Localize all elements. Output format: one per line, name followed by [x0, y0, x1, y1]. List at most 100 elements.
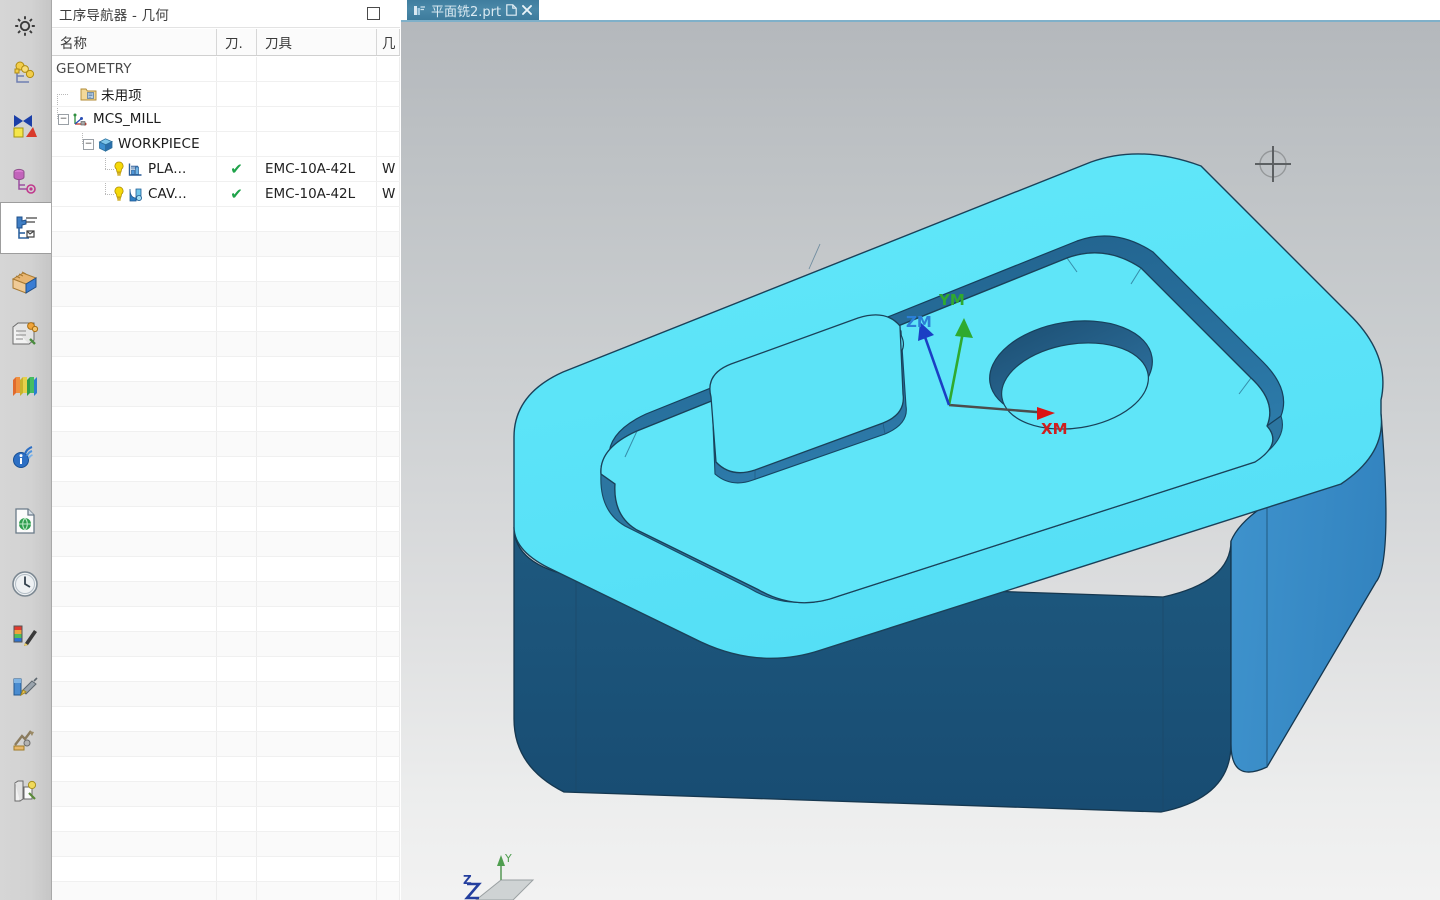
cell-tool [217, 757, 257, 781]
cell-tool [217, 282, 257, 306]
table-row[interactable] [52, 857, 400, 882]
table-row[interactable] [52, 707, 400, 732]
column-header-tool[interactable]: 刀. [217, 29, 257, 55]
table-row[interactable] [52, 832, 400, 857]
status-check-icon: ✔ [230, 184, 243, 203]
table-row[interactable] [52, 307, 400, 332]
3d-graphics-area[interactable]: YM ZM XM Y Z [401, 20, 1440, 900]
table-row[interactable] [52, 557, 400, 582]
cell-tool [217, 382, 257, 406]
axis-label-zm: ZM [906, 313, 932, 331]
table-row[interactable] [52, 282, 400, 307]
part-navigator-icon[interactable] [0, 155, 50, 207]
table-row[interactable] [52, 782, 400, 807]
cell-extra [377, 732, 400, 756]
cell-cutter [257, 132, 377, 156]
table-row[interactable] [52, 657, 400, 682]
cell-extra: W [377, 157, 400, 181]
cell-extra [377, 482, 400, 506]
close-icon[interactable] [522, 5, 533, 15]
cell-cutter [257, 207, 377, 231]
table-row[interactable] [52, 482, 400, 507]
table-row[interactable]: CAV... ✔ EMC-10A-42L W [52, 182, 400, 207]
cell-tool [217, 657, 257, 681]
cell-name [52, 357, 217, 381]
cell-cutter [257, 757, 377, 781]
table-row[interactable] [52, 332, 400, 357]
cell-tool [217, 582, 257, 606]
tree-node-unused-items[interactable]: 未用项 [52, 82, 217, 106]
system-scenes-icon[interactable] [0, 662, 50, 714]
table-row[interactable] [52, 457, 400, 482]
roles-icon[interactable] [0, 766, 50, 818]
cell-extra [377, 857, 400, 881]
document-tab[interactable]: 平面铣2.prt [407, 0, 540, 20]
cell-extra [377, 507, 400, 531]
cell-cutter [257, 657, 377, 681]
table-row[interactable]: GEOMETRY [52, 57, 400, 82]
table-row[interactable] [52, 632, 400, 657]
web-browser-icon[interactable] [0, 430, 50, 482]
operation-navigator-tree-table: 名称 刀. 刀具 几 GEOMETRY 未用项 − MCS_MILL − WOR… [52, 29, 400, 900]
table-row[interactable] [52, 607, 400, 632]
table-row[interactable]: 未用项 [52, 82, 400, 107]
table-row[interactable]: − MCS_MILL [52, 107, 400, 132]
cell-extra [377, 357, 400, 381]
history-clock-icon[interactable] [0, 558, 50, 610]
tree-node-workpiece[interactable]: − WORKPIECE [52, 132, 217, 156]
table-row[interactable] [52, 257, 400, 282]
column-header-extra[interactable]: 几 [377, 29, 400, 55]
table-row[interactable] [52, 407, 400, 432]
cell-cutter [257, 332, 377, 356]
history-document-icon[interactable] [0, 495, 50, 547]
column-header-cutter[interactable]: 刀具 [257, 29, 377, 55]
table-body: GEOMETRY 未用项 − MCS_MILL − WORKPIECE PLA.… [52, 57, 400, 900]
cell-name [52, 832, 217, 856]
save-copy-icon[interactable] [506, 4, 517, 16]
expander-minus-icon[interactable]: − [58, 113, 69, 125]
cell-name [52, 282, 217, 306]
tree-node-planar-mill[interactable]: PLA... [52, 157, 217, 181]
machining-feature-navigator-icon[interactable] [0, 308, 50, 360]
tree-node-label: WORKPIECE [118, 136, 200, 152]
table-row[interactable]: − WORKPIECE [52, 132, 400, 157]
table-row[interactable] [52, 507, 400, 532]
table-row[interactable]: PLA... ✔ EMC-10A-42L W [52, 157, 400, 182]
table-row[interactable] [52, 682, 400, 707]
reuse-library-icon[interactable] [0, 256, 50, 308]
axis-label-ym: YM [938, 291, 965, 309]
table-row[interactable] [52, 807, 400, 832]
cell-name [52, 707, 217, 731]
table-row[interactable] [52, 882, 400, 900]
table-row[interactable] [52, 757, 400, 782]
cell-tool [217, 207, 257, 231]
table-row[interactable] [52, 207, 400, 232]
cell-cutter [257, 857, 377, 881]
operation-navigator-icon[interactable] [0, 202, 51, 254]
cell-tool [217, 732, 257, 756]
hd3d-tools-icon[interactable] [0, 360, 50, 412]
maximize-icon[interactable] [367, 7, 380, 20]
table-row[interactable] [52, 382, 400, 407]
milled-block-part[interactable]: YM ZM XM Y Z [401, 22, 1440, 900]
graphics-viewport[interactable]: 平面铣2.prt YM ZM XM Y Z [401, 0, 1440, 900]
tree-node-cavity-mill[interactable]: CAV... [52, 182, 217, 206]
system-materials-icon[interactable] [0, 610, 50, 662]
tree-node-mcs-mill[interactable]: − MCS_MILL [52, 107, 217, 131]
cell-extra [377, 682, 400, 706]
expander-minus-icon[interactable]: − [83, 138, 94, 150]
settings-gear-icon[interactable] [0, 0, 50, 52]
constraint-navigator-icon[interactable] [0, 100, 50, 152]
tree-node-geometry[interactable]: GEOMETRY [52, 57, 217, 81]
cell-cutter [257, 732, 377, 756]
table-row[interactable] [52, 582, 400, 607]
table-row[interactable] [52, 532, 400, 557]
table-row[interactable] [52, 357, 400, 382]
table-row[interactable] [52, 732, 400, 757]
cell-extra [377, 282, 400, 306]
assembly-navigator-icon[interactable] [0, 48, 50, 100]
column-header-name[interactable]: 名称 [52, 29, 217, 55]
table-row[interactable] [52, 432, 400, 457]
system-visual-icon[interactable] [0, 714, 50, 766]
table-row[interactable] [52, 232, 400, 257]
